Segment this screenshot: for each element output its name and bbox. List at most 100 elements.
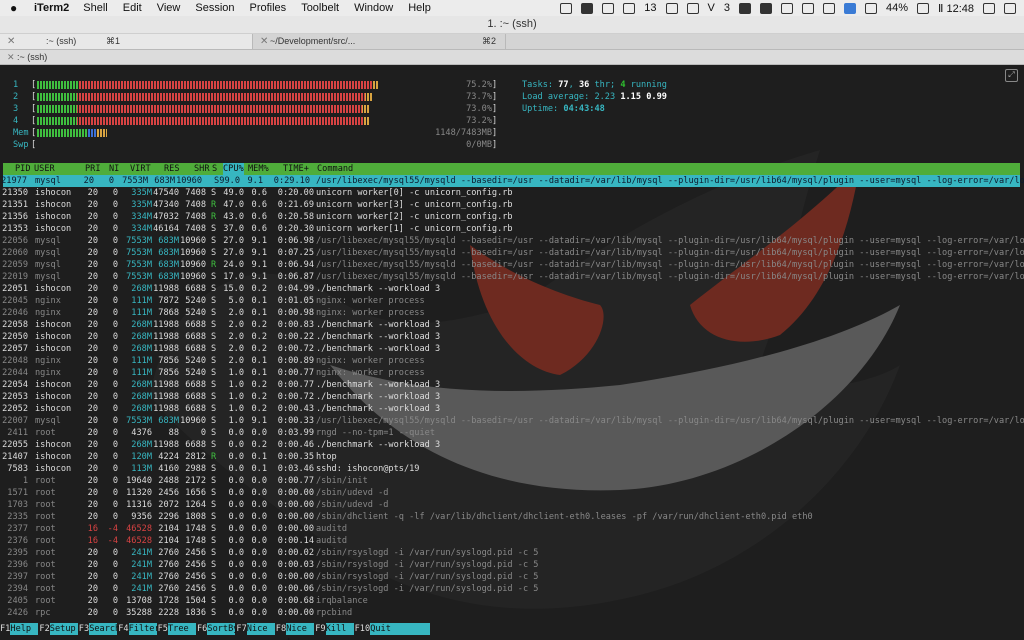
counter-badge[interactable]: 3 bbox=[724, 2, 730, 14]
process-row[interactable]: 22048 nginx 20 0 111M 7856 5240 S 2.0 0.1 0:00.89 n… bbox=[0, 355, 1024, 367]
volume-icon[interactable] bbox=[822, 2, 835, 14]
close-icon[interactable]: ✕ bbox=[7, 34, 15, 49]
fkey-action-quit[interactable]: Quit bbox=[370, 623, 431, 635]
clock[interactable]: Ⅱ 12:48 bbox=[938, 2, 974, 15]
process-row[interactable]: 22059 mysql 20 0 7553M 683M 10960 R 24.0 9.1 0:06.… bbox=[0, 259, 1024, 271]
fkey-action-nice[interactable]: Nice - bbox=[246, 623, 275, 640]
circle-icon[interactable] bbox=[602, 2, 615, 14]
activity-monitor-icon[interactable] bbox=[759, 2, 772, 14]
col-time[interactable]: TIME+ bbox=[283, 163, 309, 175]
process-row[interactable]: 22053 ishocon 20 0 268M 11988 6688 S 1.0 0.2 0:00.… bbox=[0, 391, 1024, 403]
menu-profiles[interactable]: Profiles bbox=[250, 2, 287, 14]
menu-toolbelt[interactable]: Toolbelt bbox=[301, 2, 339, 14]
tab-ssh[interactable]: ✕ :~ (ssh) ⌘1 bbox=[0, 34, 253, 49]
process-row[interactable]: 22045 nginx 20 0 111M 7872 5240 S 5.0 0.1 0:01.05 n… bbox=[0, 295, 1024, 307]
col-shr[interactable]: SHR bbox=[194, 163, 210, 175]
process-row[interactable]: 22046 nginx 20 0 111M 7868 5240 S 2.0 0.1 0:00.98 n… bbox=[0, 307, 1024, 319]
process-row[interactable]: 2394 root 20 0 241M 2760 2456 S 0.0 0.0 0:00.06/sb… bbox=[0, 583, 1024, 595]
process-row[interactable]: 2396 root 20 0 241M 2760 2456 S 0.0 0.0 0:00.03/sb… bbox=[0, 559, 1024, 571]
process-row[interactable]: 2405 root 20 0 13708 1728 1504 S 0.0 0.0 0:00.68 ir… bbox=[0, 595, 1024, 607]
process-row[interactable]: 22060 mysql 20 0 7553M 683M 10960 S 27.0 9.1 0:07.… bbox=[0, 247, 1024, 259]
process-row[interactable]: 22057 ishocon 20 0 268M 11988 6688 S 2.0 0.2 0:00.… bbox=[0, 343, 1024, 355]
process-row[interactable]: 22055 ishocon 20 0 268M 11988 6688 S 0.0 0.2 0:00.… bbox=[0, 439, 1024, 451]
col-ni[interactable]: NI bbox=[109, 163, 119, 175]
process-row[interactable]: 22058 ishocon 20 0 268M 11988 6688 S 2.0 0.2 0:00.… bbox=[0, 319, 1024, 331]
wifi-icon[interactable] bbox=[801, 2, 814, 14]
fkey-action-search[interactable]: Search bbox=[89, 623, 120, 635]
terminal[interactable]: ⤢ 1[] 75.2% 2[] 73.7% 3[] 73.0% 4[] 73.2% Mem[] 1… bbox=[0, 65, 1024, 640]
process-row[interactable]: 22052 ishocon 20 0 268M 11988 6688 S 1.0 0.2 0:00.… bbox=[0, 403, 1024, 415]
fkey-action-help[interactable]: Help bbox=[10, 623, 39, 635]
list-icon[interactable] bbox=[1004, 2, 1016, 14]
fkey-f5[interactable]: F5 bbox=[158, 623, 168, 635]
process-row[interactable]: 2377 root 16 -4 46528 2104 1748 S 0.0 0.0 0:00.00 a… bbox=[0, 523, 1024, 535]
col-mem[interactable]: MEM% bbox=[248, 163, 269, 175]
process-row[interactable]: 22019 mysql 20 0 7553M 683M 10960 S 17.0 9.1 0:06.… bbox=[0, 271, 1024, 283]
process-row[interactable]: 1 root 20 0 19640 2488 2172 S 0.0 0.0 0:00.77/sbin… bbox=[0, 475, 1024, 487]
process-row[interactable]: 1571 root 20 0 11320 2456 1656 S 0.0 0.0 0:00.00/s… bbox=[0, 487, 1024, 499]
col-state[interactable]: S bbox=[212, 163, 217, 175]
process-row[interactable]: 2376 root 16 -4 46528 2104 1748 S 0.0 0.0 0:00.14 a… bbox=[0, 535, 1024, 547]
fkey-action-tree[interactable]: Tree bbox=[168, 623, 196, 635]
col-virt[interactable]: VIRT bbox=[130, 163, 151, 175]
close-icon[interactable]: ✕ bbox=[260, 34, 268, 49]
process-row[interactable]: 21350 ishocon 20 0 335M 47540 7408 S 49.0 0.6 0:20… bbox=[0, 187, 1024, 199]
record-icon[interactable] bbox=[560, 2, 573, 14]
process-row[interactable]: 2411 root 20 0 4376 88 0 S 0.0 0.0 0:03.99 rngd --n… bbox=[0, 427, 1024, 439]
process-row[interactable]: 1703 root 20 0 11316 2072 1264 S 0.0 0.0 0:00.00/s… bbox=[0, 499, 1024, 511]
menu-shell[interactable]: Shell bbox=[83, 2, 107, 14]
command-icon[interactable] bbox=[581, 2, 594, 14]
bluetooth-icon[interactable] bbox=[864, 2, 877, 14]
process-table-header[interactable]: PID USER PRI NI VIRT RES SHR S CPU% MEM%… bbox=[3, 163, 1020, 175]
process-row[interactable]: 21353 ishocon 20 0 334M 46164 7408 S 37.0 0.6 0:20… bbox=[0, 223, 1024, 235]
col-pid[interactable]: PID bbox=[15, 163, 31, 175]
gear-icon[interactable] bbox=[738, 2, 751, 14]
fkey-f9[interactable]: F9 bbox=[315, 623, 325, 635]
col-cpu[interactable]: CPU% bbox=[223, 163, 244, 175]
fkey-action-nice[interactable]: Nice + bbox=[286, 623, 315, 640]
col-res[interactable]: RES bbox=[164, 163, 180, 175]
dropbox-icon[interactable] bbox=[665, 2, 678, 14]
fkey-f10[interactable]: F10 bbox=[355, 623, 371, 635]
fkey-f6[interactable]: F6 bbox=[197, 623, 207, 635]
process-row[interactable]: 22051 ishocon 20 0 268M 11988 6688 S 15.0 0.2 0:04… bbox=[0, 283, 1024, 295]
process-row[interactable]: 21351 ishocon 20 0 335M 47340 7408 R 47.0 0.6 0:21… bbox=[0, 199, 1024, 211]
fkey-f4[interactable]: F4 bbox=[118, 623, 128, 635]
fkey-f3[interactable]: F3 bbox=[79, 623, 89, 635]
process-row[interactable]: 2397 root 20 0 241M 2760 2456 S 0.0 0.0 0:00.00/sb… bbox=[0, 571, 1024, 583]
letter-v-icon[interactable]: V bbox=[708, 2, 715, 14]
battery-percent[interactable]: 44% bbox=[886, 2, 908, 14]
fkey-action-kill[interactable]: Kill bbox=[325, 623, 354, 635]
fkey-f1[interactable]: F1 bbox=[0, 623, 10, 635]
close-icon[interactable]: ✕ bbox=[7, 50, 15, 64]
col-user[interactable]: USER bbox=[34, 163, 55, 175]
process-row[interactable]: 21977 mysql 20 0 7553M 683M 10960 S 99.0 9.1 0:29.… bbox=[1, 175, 1024, 187]
apple-icon[interactable]: ● bbox=[10, 1, 22, 15]
fkey-action-setup[interactable]: Setup bbox=[49, 623, 78, 635]
dots-icon[interactable] bbox=[686, 2, 699, 14]
fkey-f8[interactable]: F8 bbox=[276, 623, 286, 635]
notification-badge[interactable]: 13 bbox=[644, 2, 656, 14]
fkey-f2[interactable]: F2 bbox=[39, 623, 49, 635]
process-row[interactable]: 22056 mysql 20 0 7553M 683M 10960 S 27.0 9.1 0:06.… bbox=[0, 235, 1024, 247]
process-row[interactable]: 21407 ishocon 20 0 120M 4224 2812 R 0.0 0.1 0:00.3… bbox=[0, 451, 1024, 463]
menu-view[interactable]: View bbox=[157, 2, 181, 14]
process-row[interactable]: 22050 ishocon 20 0 268M 11988 6688 S 2.0 0.2 0:00.… bbox=[0, 331, 1024, 343]
process-row[interactable]: 2426 rpc 20 0 35288 2228 1836 S 0.0 0.0 0:00.00 rpc… bbox=[0, 607, 1024, 619]
square-icon[interactable] bbox=[623, 2, 636, 14]
process-row[interactable]: 22007 mysql 20 0 7553M 683M 10960 S 1.0 9.1 0:00.3… bbox=[0, 415, 1024, 427]
process-row[interactable]: 22054 ishocon 20 0 268M 11988 6688 S 1.0 0.2 0:00.… bbox=[0, 379, 1024, 391]
process-row[interactable]: 2335 root 20 0 9356 2296 1808 S 0.0 0.0 0:00.00/sb… bbox=[0, 511, 1024, 523]
menu-edit[interactable]: Edit bbox=[123, 2, 142, 14]
col-pri[interactable]: PRI bbox=[85, 163, 101, 175]
fkey-action-filter[interactable]: Filter bbox=[128, 623, 160, 635]
tab-development[interactable]: ✕ ~/Development/src/... ⌘2 bbox=[253, 34, 506, 49]
menu-help[interactable]: Help bbox=[408, 2, 431, 14]
input-source-icon[interactable] bbox=[843, 2, 856, 14]
col-command[interactable]: Command bbox=[317, 163, 353, 175]
process-row[interactable]: 22044 nginx 20 0 111M 7856 5240 S 1.0 0.1 0:00.77 n… bbox=[0, 367, 1024, 379]
fkey-action-sortby[interactable]: SortBy bbox=[207, 623, 238, 635]
fkey-f7[interactable]: F7 bbox=[236, 623, 246, 635]
process-row[interactable]: 2395 root 20 0 241M 2760 2456 S 0.0 0.0 0:00.02/sb… bbox=[0, 547, 1024, 559]
cloud-icon[interactable] bbox=[780, 2, 793, 14]
